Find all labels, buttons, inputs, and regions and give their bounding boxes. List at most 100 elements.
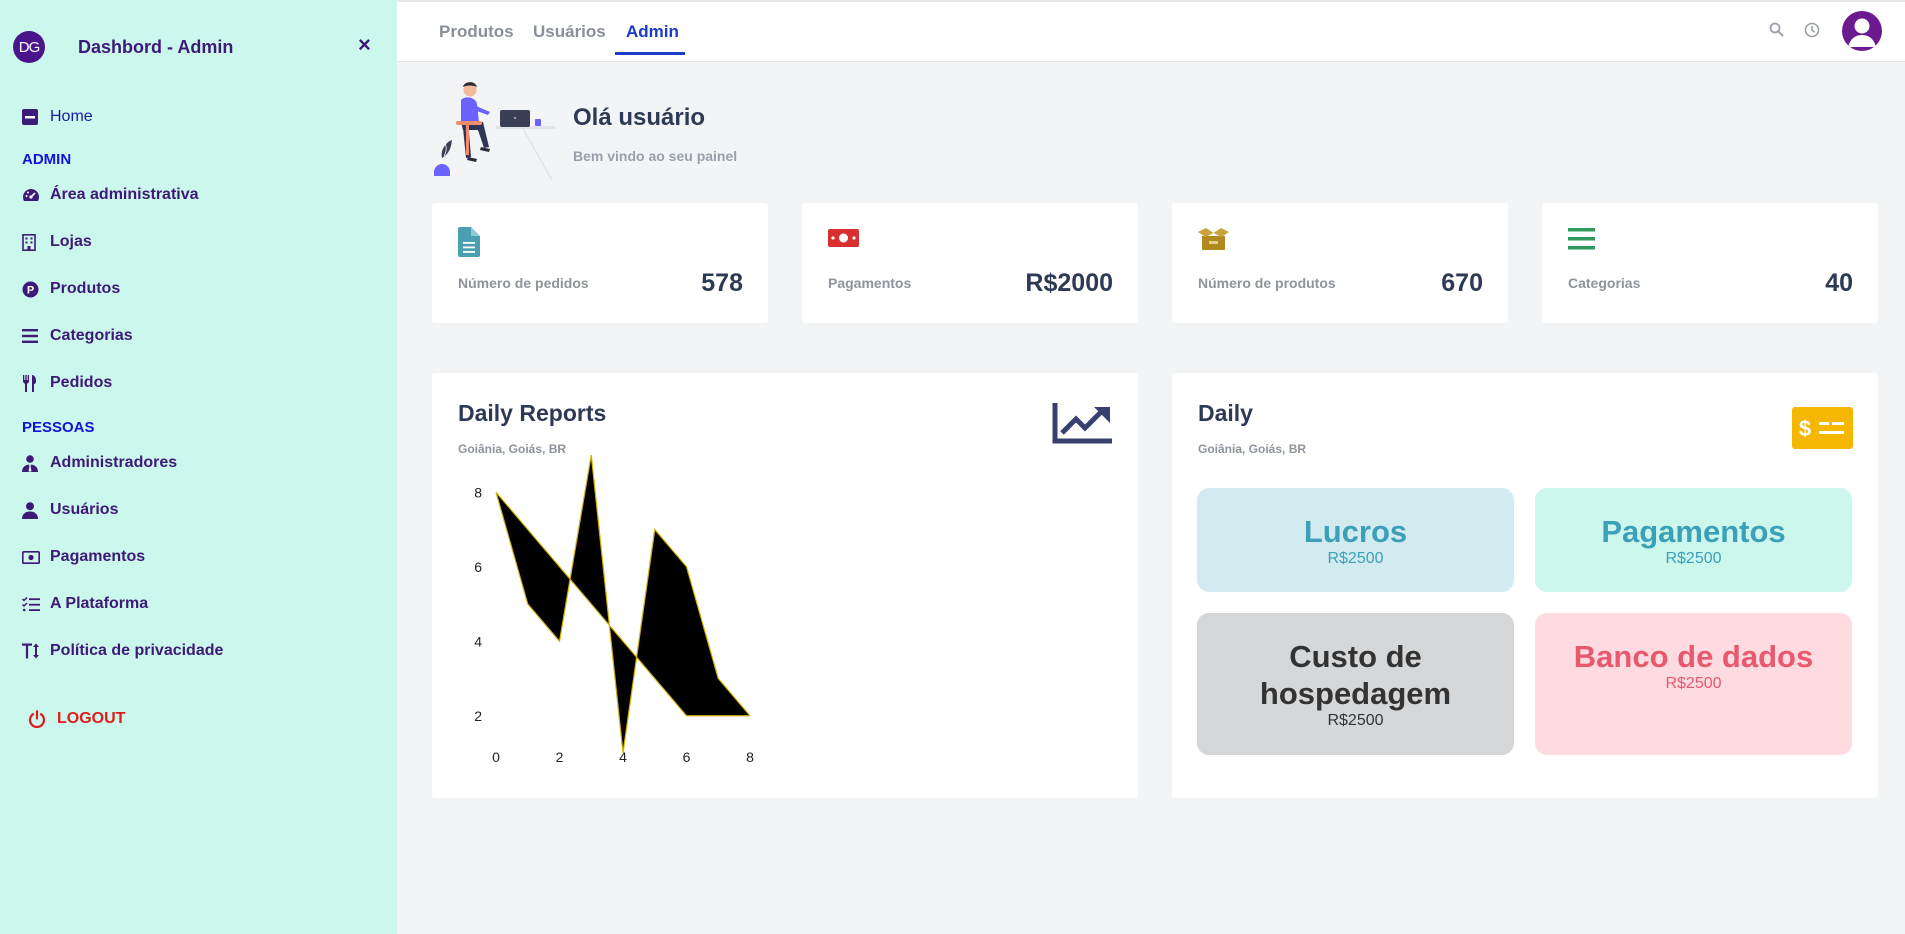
x-tick-label: 4: [619, 749, 627, 765]
stat-label: Categorias: [1568, 275, 1641, 291]
sidebar-item-pagamentos[interactable]: Pagamentos: [22, 548, 145, 566]
sidebar-item-label: Administradores: [50, 454, 178, 471]
stat-label: Número de produtos: [1198, 275, 1336, 291]
x-tick-label: 8: [746, 749, 754, 765]
stat-card-categorias: Categorias 40: [1542, 203, 1878, 323]
y-tick-label: 2: [474, 708, 482, 724]
x-tick-label: 0: [492, 749, 500, 765]
tile-value: R$2500: [1665, 675, 1722, 692]
y-tick-label: 4: [474, 633, 482, 649]
minus-square-icon: [22, 109, 50, 125]
greeting-title: Olá usuário: [573, 104, 706, 131]
stat-value: 670: [1441, 269, 1483, 297]
logout-button[interactable]: LOGOUT: [28, 710, 125, 728]
tab-admin[interactable]: Admin: [626, 22, 679, 42]
active-tab-indicator: [615, 52, 685, 55]
section-admin: ADMIN: [22, 151, 72, 168]
file-document-icon: [458, 227, 480, 262]
sidebar-item-administradores[interactable]: Administradores: [22, 454, 177, 472]
sidebar-item-home[interactable]: Home: [22, 108, 93, 126]
x-tick-label: 2: [556, 749, 564, 765]
tile-value: R$2500: [1327, 712, 1384, 729]
tile-custo-hospedagem[interactable]: Custo de hospedagem R$2500: [1197, 613, 1514, 755]
money-bill-icon: [828, 227, 859, 254]
close-sidebar-button[interactable]: ×: [358, 34, 371, 56]
sidebar-item-label: A Plataforma: [50, 595, 149, 612]
sidebar-item-plataforma[interactable]: A Plataforma: [22, 595, 148, 613]
stat-label: Pagamentos: [828, 275, 912, 291]
sidebar-item-label: Usuários: [50, 501, 119, 518]
list-icon: [1568, 227, 1595, 256]
area-fill: [496, 455, 750, 753]
x-tick-label: 6: [683, 749, 691, 765]
top-navbar: Produtos Usuários Admin: [397, 0, 1905, 62]
daily-panel: Daily Goiânia, Goiás, BR $ Lucros R$2500…: [1172, 373, 1878, 798]
tab-usuarios[interactable]: Usuários: [533, 22, 606, 42]
sidebar-item-label: Pagamentos: [50, 548, 146, 565]
user-avatar-icon: [1848, 18, 1876, 47]
sidebar-item-label: Produtos: [50, 280, 121, 297]
utensils-icon: [22, 374, 50, 392]
task-list-icon: [22, 596, 50, 612]
daily-subtitle: Goiânia, Goiás, BR: [1198, 442, 1307, 456]
tile-value: R$2500: [1665, 550, 1722, 567]
sidebar-item-label: Home: [50, 108, 93, 125]
section-pessoas: PESSOAS: [22, 419, 95, 436]
tile-value: R$2500: [1327, 550, 1384, 567]
history-clock-icon[interactable]: [1804, 22, 1820, 43]
stat-card-produtos: Número de produtos 670: [1172, 203, 1508, 323]
stat-value: 578: [701, 269, 743, 297]
sidebar-item-label: Categorias: [50, 327, 133, 344]
brand-logo: DG: [13, 31, 45, 63]
sidebar-item-admin-area[interactable]: Área administrativa: [22, 186, 199, 204]
sidebar-item-categorias[interactable]: Categorias: [22, 327, 133, 345]
daily-title: Daily: [1198, 400, 1253, 426]
sidebar-item-label: Política de privacidade: [50, 642, 224, 659]
daily-reports-chart: 0 2 4 6 8 2 4 6 8: [474, 454, 754, 765]
brand-title: Dashbord - Admin: [78, 36, 234, 57]
bars-icon: [22, 329, 50, 343]
sidebar-item-label: Área administrativa: [50, 186, 199, 203]
open-box-icon: [1198, 227, 1229, 256]
user-tie-icon: [22, 454, 50, 472]
stat-value: 40: [1825, 269, 1853, 297]
greeting-subtitle: Bem vindo ao seu painel: [573, 148, 738, 164]
dashboard-gauge-icon: [22, 187, 50, 203]
dollar-card-icon: $: [1792, 407, 1853, 454]
tile-title: Banco de dados: [1573, 639, 1814, 674]
y-tick-label: 8: [474, 484, 482, 500]
text-height-icon: [22, 643, 50, 659]
stat-card-pedidos: Número de pedidos 578: [432, 203, 768, 323]
sidebar: DG Dashbord - Admin × Home ADMIN Área ad…: [0, 0, 397, 934]
sidebar-item-label: Pedidos: [50, 374, 113, 391]
user-icon: [22, 501, 50, 519]
search-icon[interactable]: [1769, 22, 1784, 42]
stat-card-pagamentos: Pagamentos R$2000: [802, 203, 1138, 323]
tile-pagamentos[interactable]: Pagamentos R$2500: [1535, 488, 1852, 592]
tile-title: Lucros: [1303, 514, 1408, 549]
logout-label: LOGOUT: [57, 710, 126, 727]
power-icon: [28, 710, 57, 728]
daily-reports-panel: Daily Reports Goiânia, Goiás, BR 0246824…: [432, 373, 1138, 798]
stat-label: Número de pedidos: [458, 275, 589, 291]
brand[interactable]: DG Dashbord - Admin: [13, 31, 233, 63]
sidebar-item-pedidos[interactable]: Pedidos: [22, 374, 112, 392]
sidebar-item-label: Lojas: [50, 233, 92, 250]
product-p-icon: P: [22, 281, 50, 298]
stat-value: R$2000: [1025, 269, 1113, 297]
sidebar-item-produtos[interactable]: P Produtos: [22, 280, 120, 298]
sidebar-item-lojas[interactable]: Lojas: [22, 233, 92, 251]
sidebar-item-usuarios[interactable]: Usuários: [22, 501, 118, 519]
greeting-illustration: [430, 80, 558, 190]
svg-text:P: P: [27, 284, 34, 296]
tile-lucros[interactable]: Lucros R$2500: [1197, 488, 1514, 592]
tile-title: Custo de hospedagem: [1259, 639, 1452, 711]
tab-produtos[interactable]: Produtos: [439, 22, 514, 42]
tile-banco-de-dados[interactable]: Banco de dados R$2500: [1535, 613, 1852, 755]
user-avatar[interactable]: [1842, 11, 1882, 51]
building-icon: [22, 233, 50, 251]
svg-text:$: $: [1799, 416, 1811, 441]
y-tick-label: 6: [474, 559, 482, 575]
tile-title: Pagamentos: [1601, 514, 1786, 549]
sidebar-item-privacidade[interactable]: Política de privacidade: [22, 642, 223, 660]
